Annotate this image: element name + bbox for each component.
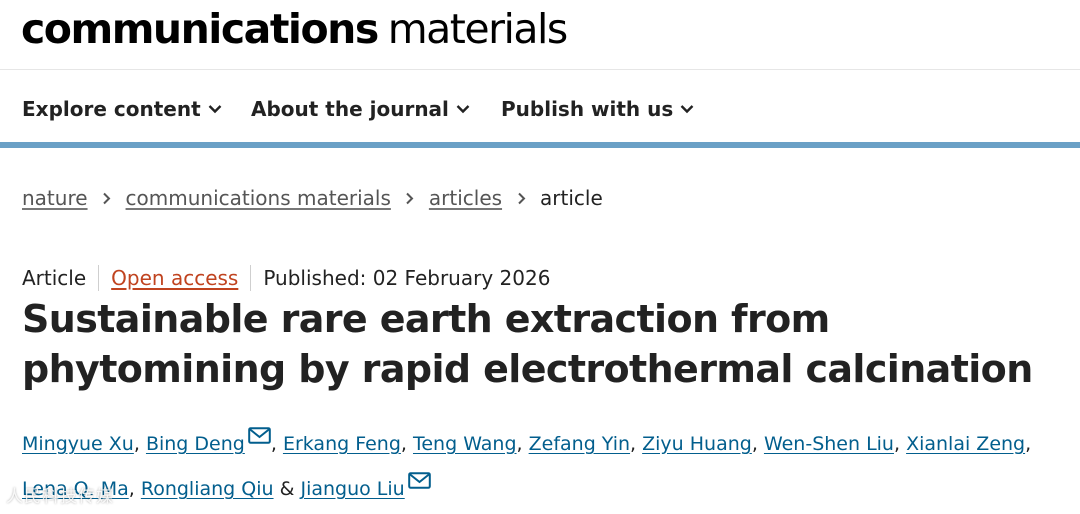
nav-about-journal[interactable]: About the journal — [251, 94, 470, 124]
author-link[interactable]: Zefang Yin — [529, 433, 630, 455]
author-link[interactable]: Jianguo Liu — [300, 478, 404, 500]
chevron-down-icon — [208, 104, 221, 113]
author-link[interactable]: Erkang Feng — [283, 433, 401, 455]
article-meta: Article Open access Published: 02 February… — [22, 262, 550, 294]
breadcrumb: nature communications materials articles ar… — [22, 182, 603, 214]
mail-icon[interactable] — [248, 427, 271, 444]
nav-item-label: About the journal — [251, 97, 449, 121]
author-list: Mingyue Xu, Bing Deng, Erkang Feng, Teng… — [22, 422, 1080, 512]
nav-explore-content[interactable]: Explore content — [22, 94, 222, 124]
journal-logo[interactable]: communications materials — [21, 2, 569, 56]
author-link[interactable]: Ziyu Huang — [642, 433, 752, 455]
nav-publish-with-us[interactable]: Publish with us — [501, 94, 694, 124]
author-link[interactable]: Bing Deng — [146, 433, 245, 455]
breadcrumb-current: article — [540, 186, 603, 210]
author-link[interactable]: Mingyue Xu — [22, 433, 134, 455]
author-link[interactable]: Wen-Shen Liu — [764, 433, 894, 455]
breadcrumb-link-nature[interactable]: nature — [22, 186, 88, 210]
author-ampersand: & — [279, 478, 295, 500]
chevron-right-icon — [502, 182, 540, 214]
meta-divider — [98, 264, 100, 291]
breadcrumb-link-journal[interactable]: communications materials — [126, 186, 391, 210]
author-link[interactable]: Rongliang Qiu — [141, 478, 274, 500]
chevron-down-icon — [456, 104, 470, 113]
watermark-text: 人民科技传媒 — [6, 487, 114, 507]
chevron-down-icon — [680, 104, 694, 113]
breadcrumb-link-articles[interactable]: articles — [429, 186, 502, 210]
nav-item-label: Explore content — [22, 97, 201, 121]
chevron-right-icon — [88, 182, 126, 214]
site-header: communications materials — [0, 0, 1080, 70]
meta-divider — [250, 264, 252, 291]
chevron-right-icon — [391, 182, 429, 214]
article-type: Article — [22, 266, 87, 290]
logo-bold-text: communications — [21, 5, 379, 53]
open-access-link[interactable]: Open access — [111, 266, 238, 290]
logo-light-text: materials — [387, 5, 569, 53]
author-link[interactable]: Teng Wang — [413, 433, 517, 455]
article-title: Sustainable rare earth extraction from p… — [22, 297, 1033, 391]
published-date: Published: 02 February 2026 — [263, 266, 551, 290]
author-link[interactable]: Xianlai Zeng — [906, 433, 1025, 455]
mail-icon[interactable] — [407, 472, 431, 489]
main-navigation: Explore content About the journal Publis… — [0, 70, 1080, 148]
nav-item-label: Publish with us — [501, 97, 674, 121]
